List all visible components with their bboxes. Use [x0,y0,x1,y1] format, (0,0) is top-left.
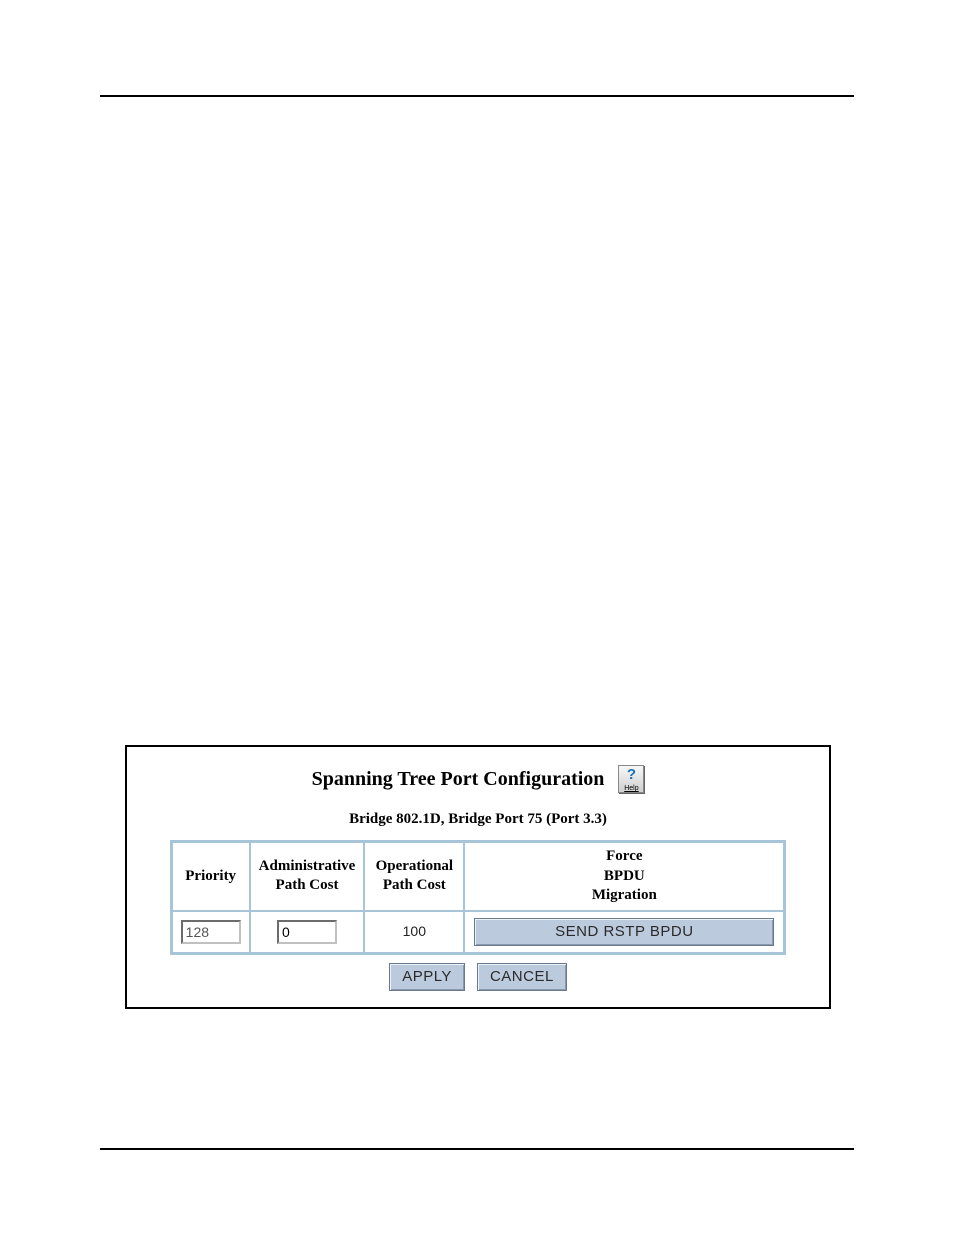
bottom-horizontal-rule [100,1148,854,1150]
dialog-title: Spanning Tree Port Configuration [312,768,605,791]
dialog-title-row: Spanning Tree Port Configuration [137,765,819,793]
header-force-bpdu-migration: Force BPDU Migration [464,842,784,911]
header-admin-line2: Path Cost [276,877,339,893]
help-icon[interactable] [618,765,644,793]
operational-path-cost-value: 100 [403,923,426,939]
table-header-row: Priority Administrative Path Cost Operat… [172,842,785,911]
header-force-line3: Migration [592,887,657,903]
header-admin-line1: Administrative [259,858,356,874]
spanning-tree-config-dialog: Spanning Tree Port Configuration Bridge … [125,745,831,1009]
cell-force-bpdu: SEND RSTP BPDU [464,911,784,953]
priority-input[interactable] [181,920,241,944]
dialog-button-row: APPLY CANCEL [137,963,819,991]
cell-priority [172,911,250,953]
apply-button[interactable]: APPLY [389,963,465,991]
cell-admin-path-cost [250,911,365,953]
table-data-row: 100 SEND RSTP BPDU [172,911,785,953]
header-oper-line1: Operational [376,858,454,874]
header-force-line2: BPDU [604,868,645,884]
dialog-subtitle: Bridge 802.1D, Bridge Port 75 (Port 3.3) [137,811,819,828]
header-priority: Priority [172,842,250,911]
cell-operational-path-cost: 100 [364,911,464,953]
top-horizontal-rule [100,95,854,97]
header-oper-line2: Path Cost [383,877,446,893]
header-admin-path-cost: Administrative Path Cost [250,842,365,911]
config-table: Priority Administrative Path Cost Operat… [170,840,787,955]
header-force-line1: Force [606,848,642,864]
admin-path-cost-input[interactable] [277,920,337,944]
page: Spanning Tree Port Configuration Bridge … [0,0,954,1235]
header-operational-path-cost: Operational Path Cost [364,842,464,911]
cancel-button[interactable]: CANCEL [477,963,567,991]
send-rstp-bpdu-button[interactable]: SEND RSTP BPDU [474,918,774,946]
